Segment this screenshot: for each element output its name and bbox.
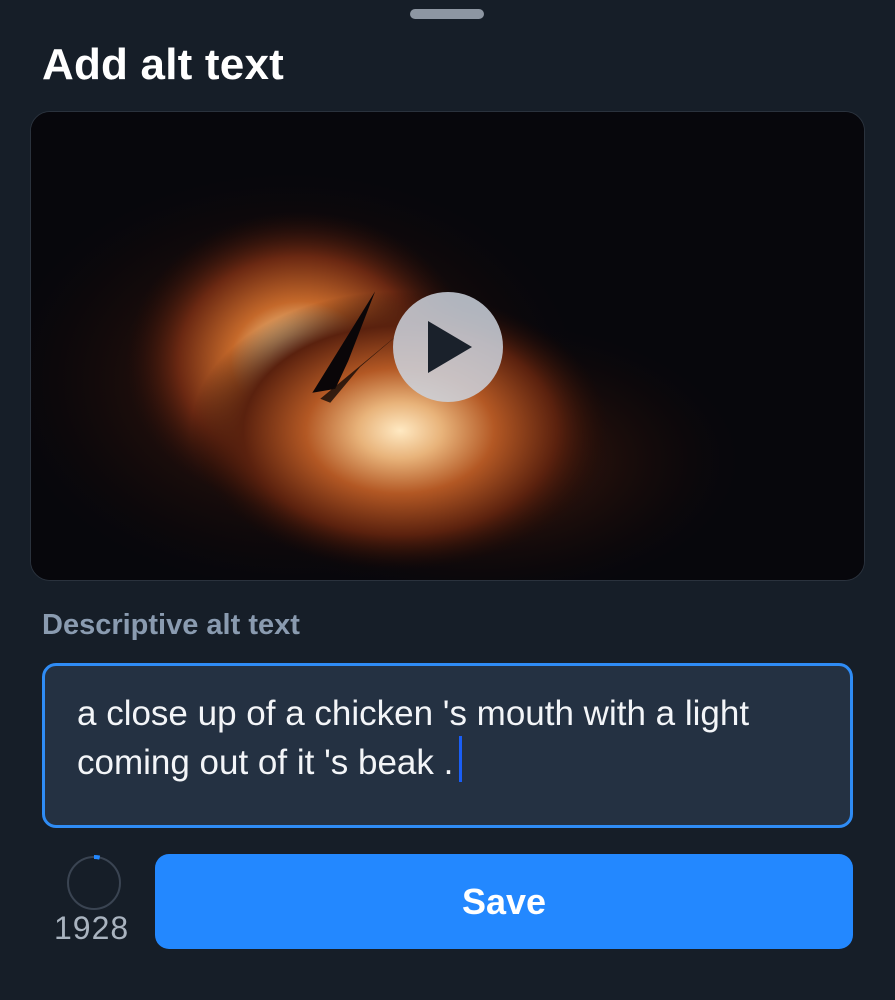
play-icon xyxy=(428,321,472,373)
play-button[interactable] xyxy=(393,292,503,402)
character-counter: 1928 xyxy=(54,910,130,946)
media-preview[interactable] xyxy=(30,111,865,581)
alt-text-sheet: Add alt text Descriptive alt text a clos… xyxy=(0,0,895,1000)
alt-text-value: a close up of a chicken 's mouth with a … xyxy=(77,694,750,782)
drag-handle[interactable] xyxy=(410,9,484,19)
alt-text-input[interactable]: a close up of a chicken 's mouth with a … xyxy=(42,663,853,828)
text-caret xyxy=(459,736,463,782)
save-button[interactable]: Save xyxy=(155,854,853,949)
alt-text-label: Descriptive alt text xyxy=(42,609,300,641)
sheet-title: Add alt text xyxy=(42,40,284,89)
character-counter-ring xyxy=(66,855,122,911)
